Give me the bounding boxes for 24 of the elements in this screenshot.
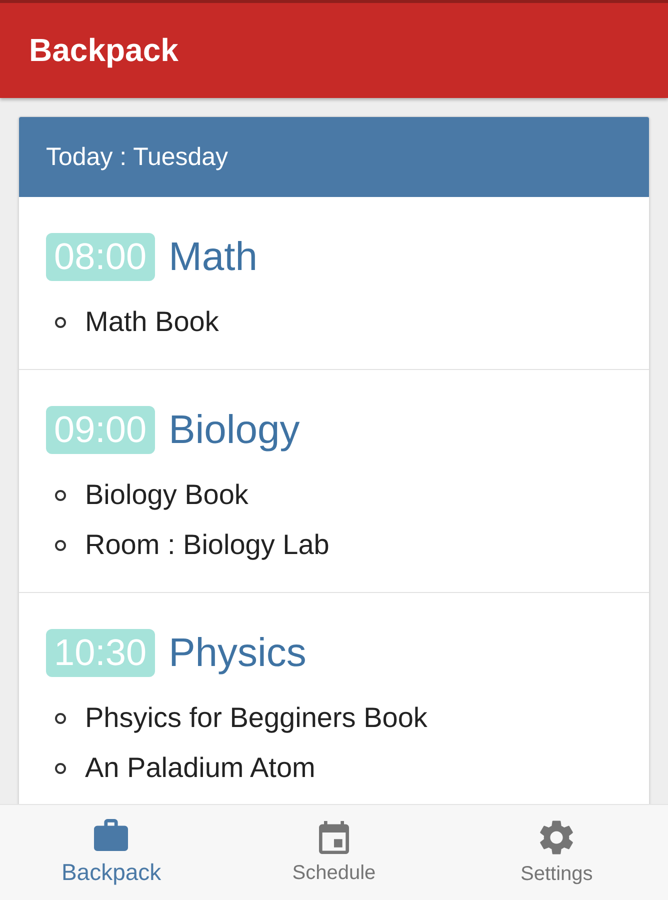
bullet-icon xyxy=(55,712,66,724)
bullet-icon xyxy=(55,316,66,328)
nav-tab[interactable]: Settings xyxy=(520,805,593,900)
packing-item: Biology Book xyxy=(85,479,248,511)
lesson-time: 10:30 xyxy=(46,629,155,677)
bullet-icon xyxy=(55,540,66,550)
packing-item: Math Book xyxy=(85,306,219,338)
nav-tab[interactable]: Backpack xyxy=(61,805,162,900)
lesson-subject: Math xyxy=(168,234,258,281)
calendar-icon xyxy=(318,820,349,854)
lesson-subject: Biology xyxy=(168,407,300,454)
lesson-time: 08:00 xyxy=(46,233,155,281)
packing-item: An Paladium Atom xyxy=(85,752,316,784)
nav-tab[interactable]: Schedule xyxy=(292,805,376,900)
settings-icon xyxy=(540,820,574,854)
app-title: Backpack xyxy=(29,32,178,69)
packing-item: Room : Biology Lab xyxy=(85,529,330,561)
packing-item: Phsyics for Begginers Book xyxy=(85,702,428,734)
day-header: Today : Tuesday xyxy=(19,117,649,197)
lesson-time: 09:00 xyxy=(46,406,155,454)
bullet-icon xyxy=(55,490,66,500)
lesson-subject: Physics xyxy=(168,630,306,677)
bullet-icon xyxy=(55,762,66,774)
briefcase-icon xyxy=(94,819,128,851)
